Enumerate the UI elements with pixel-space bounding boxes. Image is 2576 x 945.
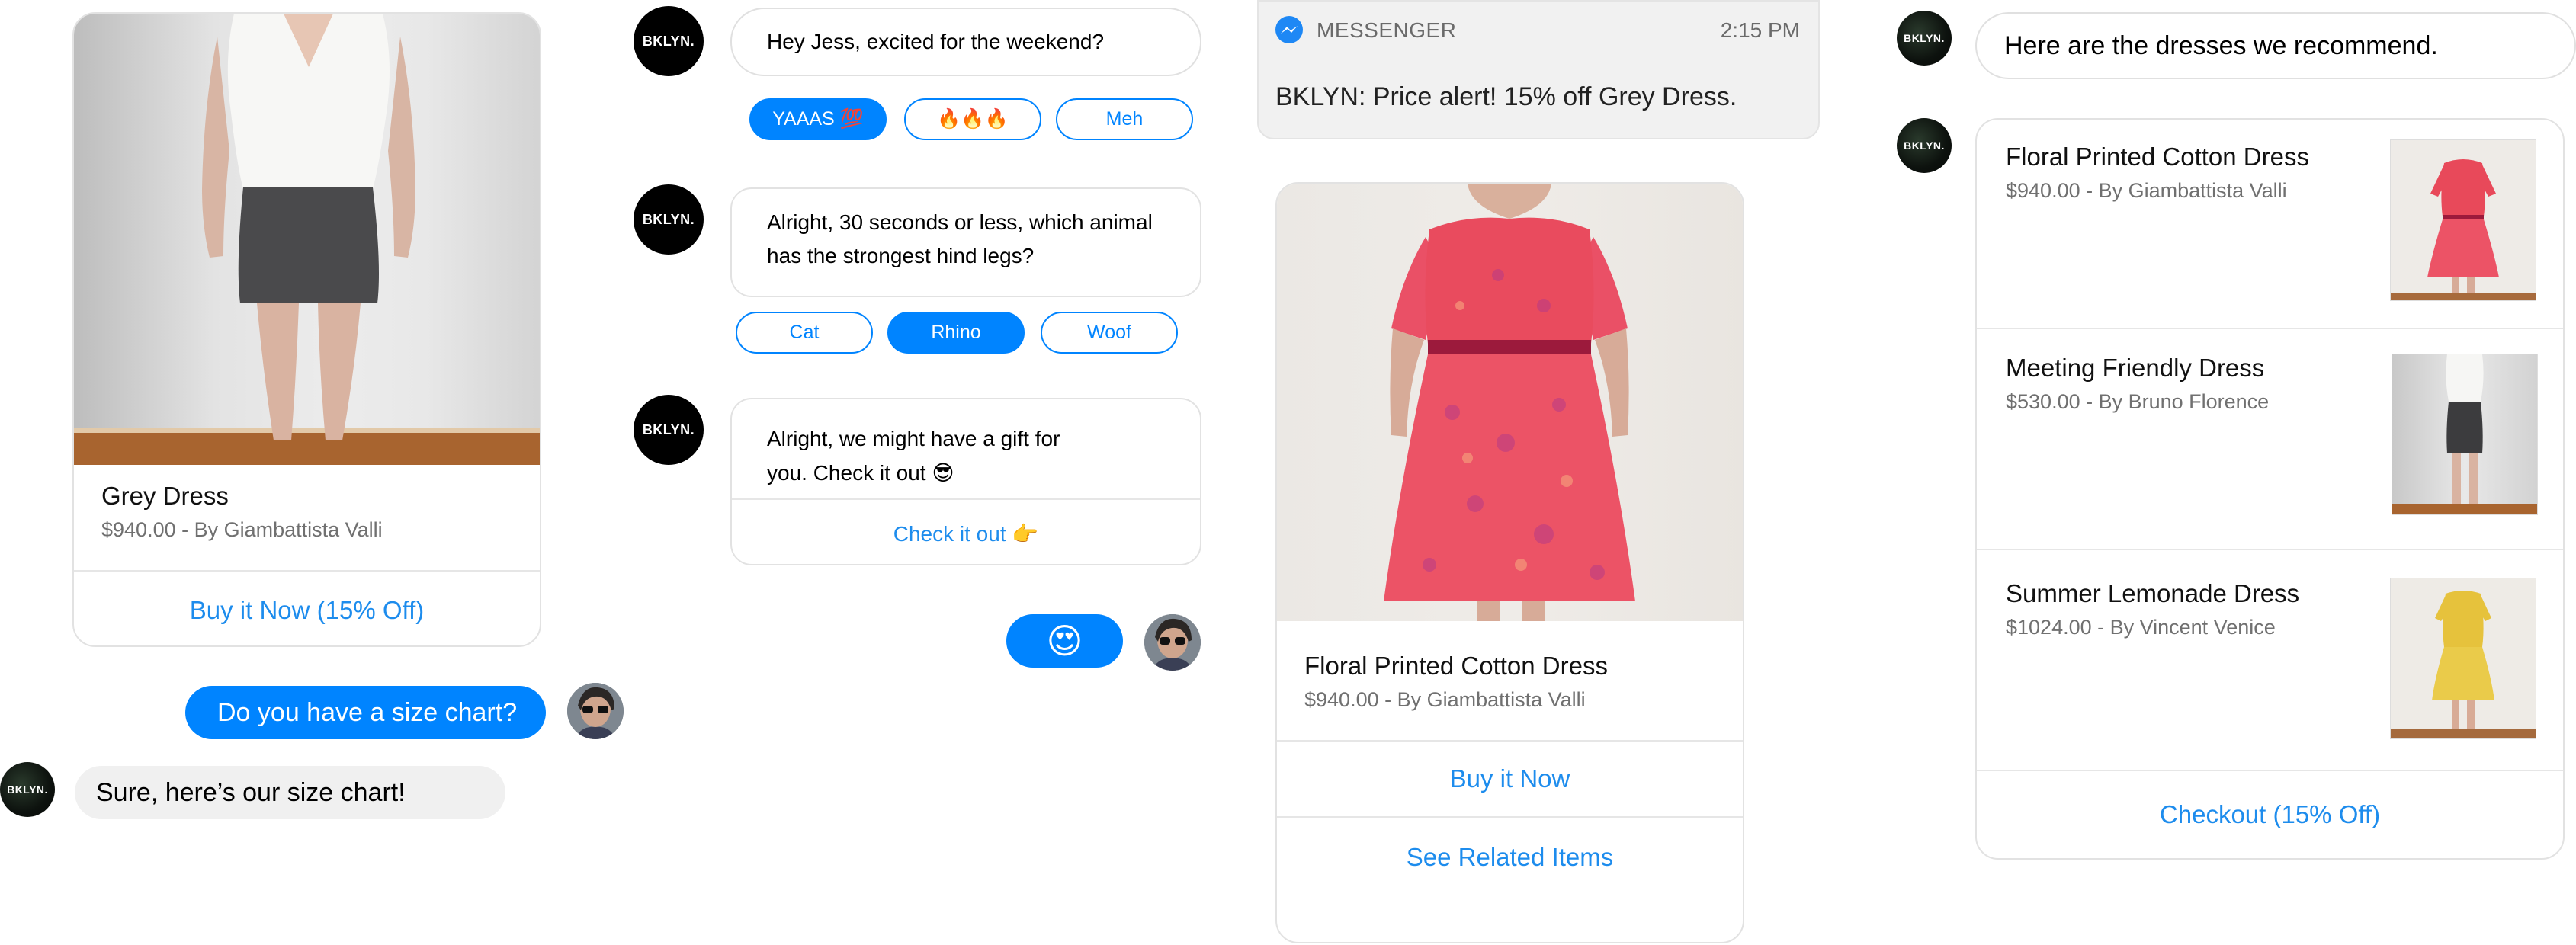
list-item-subtitle: $1024.00 - By Vincent Venice <box>2006 616 2276 639</box>
floral-dress-title: Floral Printed Cotton Dress <box>1304 652 1608 680</box>
recommend-bot-message-text: Here are the dresses we recommend. <box>2004 30 2438 60</box>
bot-message-weekend: Hey Jess, excited for the weekend? <box>730 8 1201 76</box>
quick-reply-woof[interactable]: Woof <box>1041 312 1178 354</box>
see-related-items-button[interactable]: See Related Items <box>1277 816 1743 897</box>
quick-reply-cat[interactable]: Cat <box>736 312 873 354</box>
messenger-notification[interactable]: MESSENGER 2:15 PM BKLYN: Price alert! 15… <box>1257 0 1820 139</box>
size-chart-bot-reply-text: Sure, here’s our size chart! <box>96 777 406 807</box>
list-item-subtitle: $530.00 - By Bruno Florence <box>2006 390 2270 413</box>
floral-dress-thumbnail-icon <box>2391 159 2536 300</box>
list-item-subtitle: $940.00 - By Giambattista Valli <box>2006 179 2287 202</box>
buy-it-now-button[interactable]: Buy it Now <box>1277 740 1743 816</box>
user-avatar-icon <box>1144 614 1201 671</box>
recommend-bot-message: Here are the dresses we recommend. <box>1975 12 2576 79</box>
grey-dress-product-card: Grey Dress $940.00 - By Giambattista Val… <box>72 12 541 647</box>
bklyn-avatar-msg3: BKLYN. <box>634 395 704 465</box>
size-chart-user-message: Do you have a size chart? <box>185 686 546 739</box>
bklyn-avatar-label: BKLYN. <box>1904 32 1945 44</box>
user-avatar-icon <box>567 683 624 739</box>
quick-reply-meh[interactable]: Meh <box>1056 98 1193 140</box>
quick-reply-yaaas[interactable]: YAAAS 💯 <box>749 98 887 140</box>
bklyn-avatar-msg1: BKLYN. <box>634 6 704 76</box>
grey-dress-photo-icon <box>74 14 540 465</box>
check-it-out-button[interactable]: Check it out 👉 <box>732 498 1200 564</box>
grey-dress-title: Grey Dress <box>101 482 229 510</box>
list-item[interactable]: Floral Printed Cotton Dress $940.00 - By… <box>1977 120 2563 328</box>
buy-it-now-15-off-button[interactable]: Buy it Now (15% Off) <box>74 570 540 645</box>
quick-reply-rhino[interactable]: Rhino <box>887 312 1025 354</box>
size-chart-bot-reply: Sure, here’s our size chart! <box>75 766 505 819</box>
notification-app-name: MESSENGER <box>1317 18 1457 42</box>
bot-message-animal-line1: Alright, 30 seconds or less, which anima… <box>767 210 1153 234</box>
user-emoji-reply: 😍 <box>1006 614 1123 668</box>
floral-dress-subtitle: $940.00 - By Giambattista Valli <box>1304 688 1586 711</box>
bklyn-avatar-label: BKLYN. <box>642 421 695 437</box>
bklyn-avatar-label: BKLYN. <box>7 783 48 796</box>
bklyn-avatar-label: BKLYN. <box>642 211 695 227</box>
list-item-title: Floral Printed Cotton Dress <box>2006 143 2309 171</box>
grey-dress-image[interactable] <box>74 14 540 465</box>
dress-list-card: Floral Printed Cotton Dress $940.00 - By… <box>1975 118 2565 860</box>
bot-message-animal-line2: has the strongest hind legs? <box>767 244 1035 267</box>
messenger-icon <box>1274 15 1304 46</box>
bot-message-gift-line2: you. Check it out 😎 <box>767 461 954 485</box>
bot-message-animal: Alright, 30 seconds or less, which anima… <box>730 187 1201 297</box>
grey-dress-subtitle: $940.00 - By Giambattista Valli <box>101 518 383 541</box>
list-item[interactable]: Meeting Friendly Dress $530.00 - By Brun… <box>1977 328 2563 549</box>
user-avatar <box>1144 614 1201 671</box>
bot-message-weekend-text: Hey Jess, excited for the weekend? <box>767 30 1105 53</box>
list-item-thumbnail <box>2392 354 2538 515</box>
floral-dress-image[interactable] <box>1277 184 1743 621</box>
list-item[interactable]: Summer Lemonade Dress $1024.00 - By Vinc… <box>1977 549 2563 770</box>
floral-dress-photo-icon <box>1384 184 1635 621</box>
notification-text: BKLYN: Price alert! 15% off Grey Dress. <box>1275 82 1737 111</box>
quick-reply-fire[interactable]: 🔥🔥🔥 <box>904 98 1041 140</box>
bklyn-avatar-panel4-msg: BKLYN. <box>1897 11 1952 66</box>
bklyn-avatar-panel4-list: BKLYN. <box>1897 118 1952 173</box>
bklyn-avatar-label: BKLYN. <box>642 33 695 49</box>
list-item-title: Summer Lemonade Dress <box>2006 579 2300 607</box>
bot-message-gift: Alright, we might have a gift for you. C… <box>730 398 1201 565</box>
bklyn-avatar-msg2: BKLYN. <box>634 184 704 255</box>
bklyn-avatar-label: BKLYN. <box>1904 139 1945 152</box>
bklyn-avatar-panel1: BKLYN. <box>0 762 55 817</box>
bot-message-gift-line1: Alright, we might have a gift for <box>767 427 1060 450</box>
size-chart-user-message-text: Do you have a size chart? <box>217 697 518 727</box>
notification-time: 2:15 PM <box>1720 18 1800 42</box>
user-avatar <box>567 683 624 739</box>
list-item-title: Meeting Friendly Dress <box>2006 354 2265 382</box>
yellow-dress-thumbnail-icon <box>2391 591 2536 738</box>
list-item-thumbnail <box>2390 139 2536 301</box>
user-emoji-reply-text: 😍 <box>1046 621 1083 661</box>
grey-dress-thumbnail-icon <box>2392 354 2537 514</box>
checkout-15-off-button[interactable]: Checkout (15% Off) <box>1977 770 2563 858</box>
floral-dress-product-card: Floral Printed Cotton Dress $940.00 - By… <box>1275 182 1744 943</box>
list-item-thumbnail <box>2390 578 2536 739</box>
